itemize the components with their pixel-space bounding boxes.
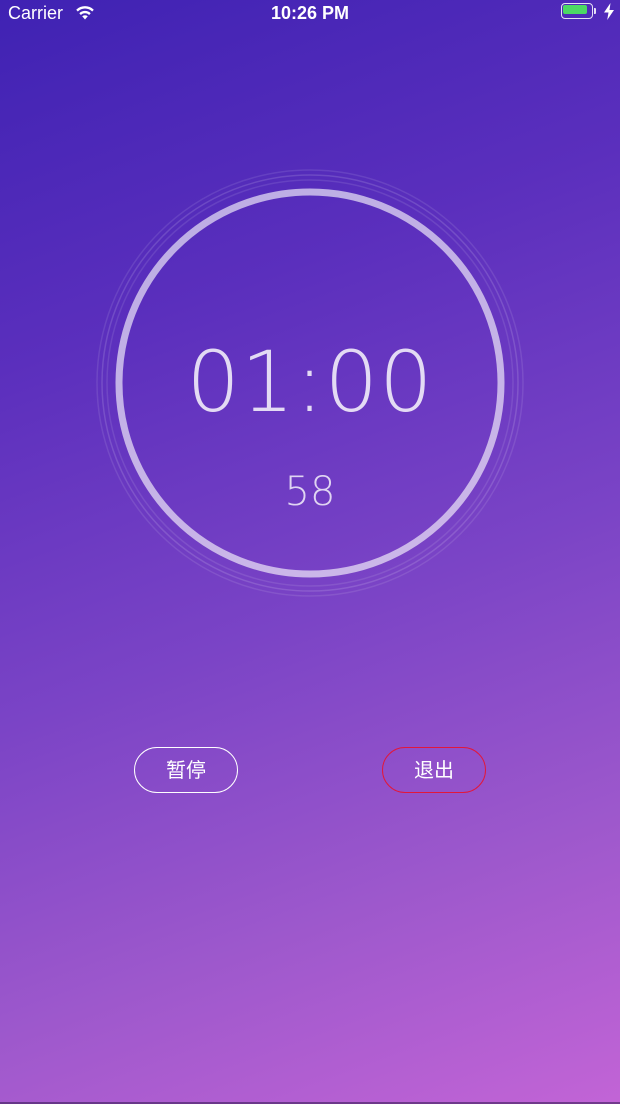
timer-main-display: 01:00	[186, 333, 434, 431]
status-bar: Carrier 10:26 PM	[0, 0, 620, 26]
battery-icon	[561, 3, 597, 19]
timer-dial: 01:00 58	[95, 168, 525, 598]
battery-level	[563, 5, 587, 14]
timer-sub-count: 58	[284, 469, 336, 515]
charging-bolt-icon	[604, 3, 614, 20]
pause-button[interactable]: 暂停	[134, 747, 238, 793]
status-time: 10:26 PM	[270, 3, 350, 23]
exit-button[interactable]: 退出	[382, 747, 486, 793]
